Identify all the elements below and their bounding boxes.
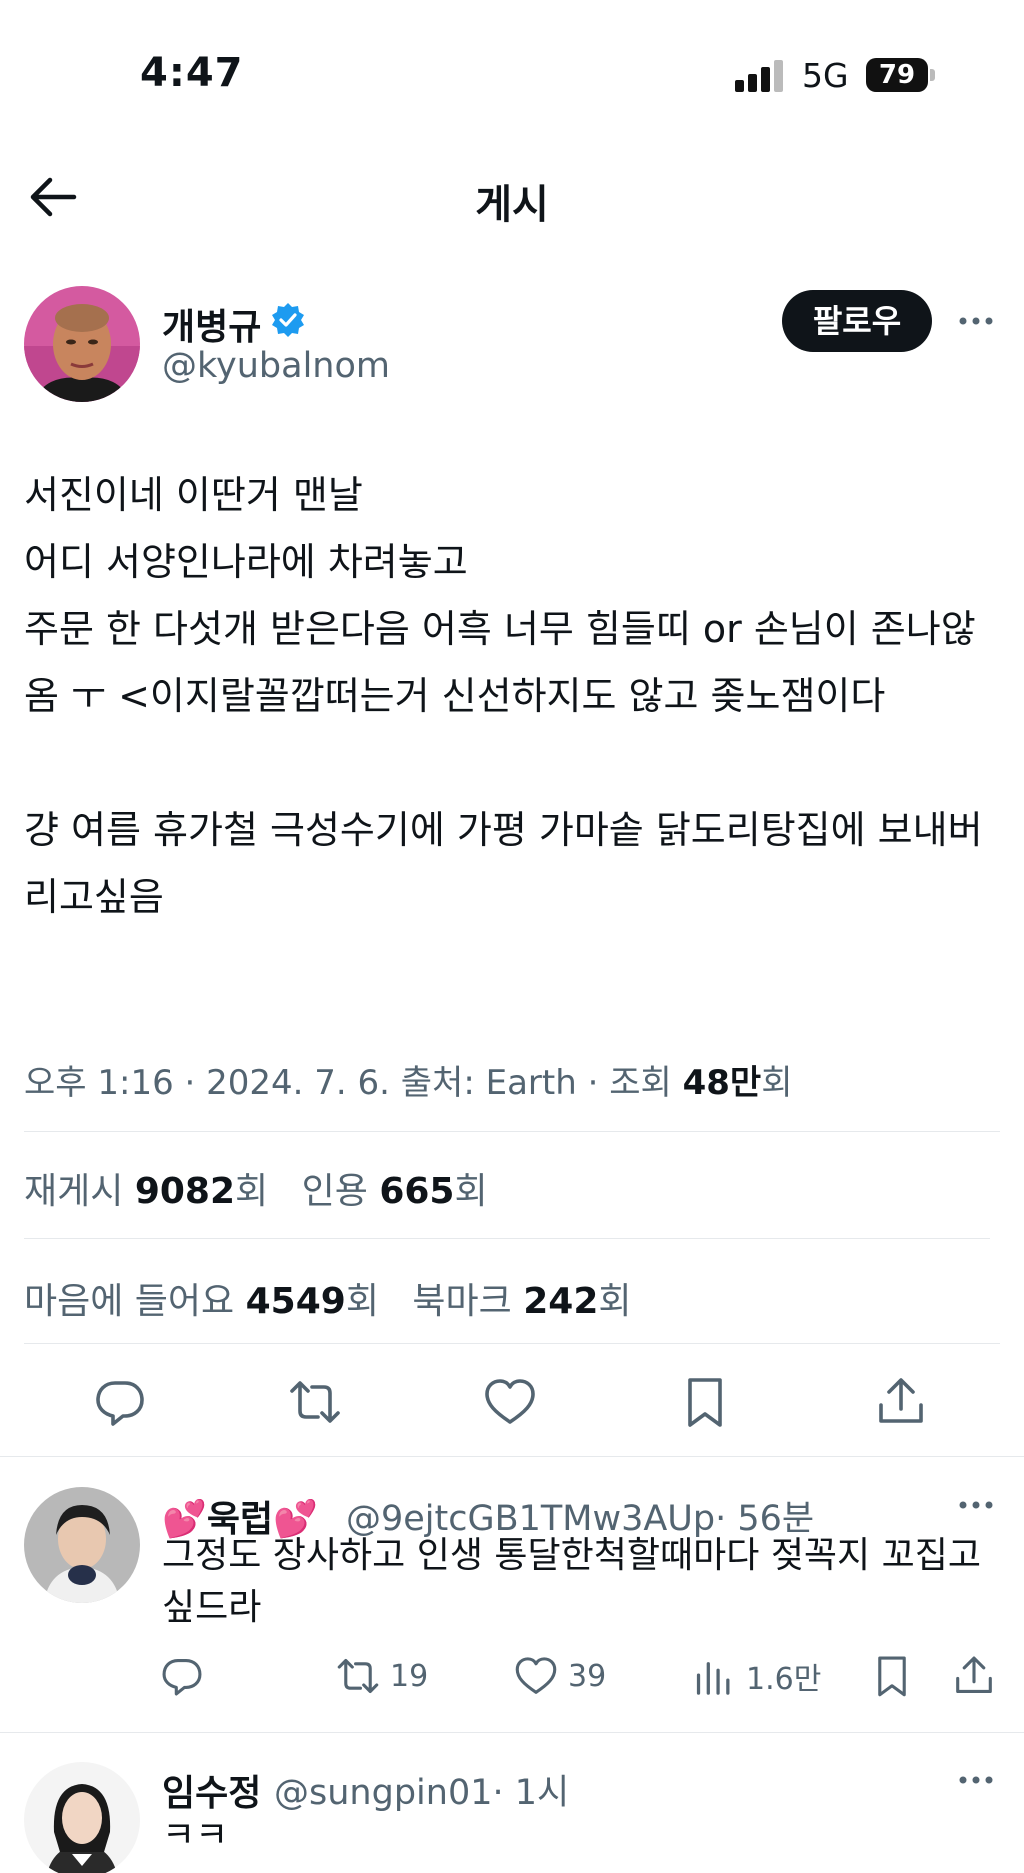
reply-text: ㅋㅋ — [162, 1815, 229, 1856]
author-name[interactable]: 개병규 — [162, 298, 261, 350]
follow-button[interactable]: 팔로우 — [782, 290, 932, 352]
bookmarks-stat[interactable]: 북마크 242회 — [412, 1281, 631, 1322]
reply-icon[interactable] — [93, 1375, 147, 1429]
reply-share-button[interactable] — [952, 1654, 996, 1698]
share-icon[interactable] — [874, 1375, 928, 1429]
reply-icon — [162, 1658, 202, 1696]
reply-view-count: 1.6만 — [746, 1662, 822, 1697]
post-meta-info: 오후 1:16 · 2024. 7. 6. 출처: Earth · 조회 — [24, 1063, 683, 1103]
bookmark-icon — [878, 1656, 906, 1697]
divider — [24, 1238, 990, 1239]
status-time: 4:47 — [140, 50, 244, 96]
reposts-stat[interactable]: 재게시 9082회 — [24, 1171, 268, 1212]
reply-repost-count: 19 — [390, 1658, 429, 1694]
divider — [24, 1343, 1000, 1344]
reply-like-count: 39 — [568, 1658, 607, 1694]
cellular-signal-icon — [735, 60, 783, 92]
reply-author-handle[interactable]: @sungpin01· 1시 — [274, 1764, 569, 1815]
likes-stat[interactable]: 마음에 들어요 4549회 — [24, 1281, 379, 1322]
view-count-suffix: 회 — [761, 1063, 793, 1103]
repost-icon — [337, 1658, 379, 1694]
like-bookmark-stats: 마음에 들어요 4549회 북마크 242회 — [24, 1272, 654, 1324]
views-chart-icon — [696, 1662, 730, 1695]
more-options-icon[interactable] — [956, 306, 996, 336]
verified-badge-icon — [272, 303, 304, 337]
reply-bookmark-button[interactable] — [870, 1654, 914, 1698]
reply-repost-button[interactable]: 19 — [336, 1654, 428, 1698]
reply-avatar[interactable] — [24, 1762, 140, 1873]
reply-time: · 1시 — [492, 1773, 570, 1813]
author-avatar[interactable] — [24, 286, 140, 402]
bookmark-icon[interactable] — [678, 1375, 732, 1429]
reply-avatar[interactable] — [24, 1487, 140, 1603]
page-title: 게시 — [475, 182, 549, 228]
reply-views-button[interactable]: 1.6만 — [692, 1654, 821, 1698]
post-meta: 오후 1:16 · 2024. 7. 6. 출처: Earth · 조회 48만… — [24, 1055, 792, 1104]
more-options-icon[interactable] — [956, 1490, 996, 1520]
like-heart-icon[interactable] — [483, 1375, 537, 1429]
more-options-icon[interactable] — [956, 1765, 996, 1795]
battery-level: 79 — [866, 58, 928, 92]
battery-icon: 79 — [866, 58, 936, 92]
repost-quote-stats: 재게시 9082회 인용 665회 — [24, 1162, 510, 1214]
like-heart-icon — [515, 1657, 557, 1694]
network-type: 5G — [802, 56, 849, 95]
reply-like-button[interactable]: 39 — [514, 1654, 606, 1698]
share-icon — [956, 1656, 992, 1694]
post-text: 서진이네 이딴거 맨날 어디 서양인나라에 차려놓고 주문 한 다섯개 받은다음… — [24, 473, 983, 919]
divider — [0, 1456, 1024, 1457]
reply-reply-button[interactable] — [160, 1654, 204, 1698]
view-count: 48만 — [682, 1063, 762, 1103]
reply-text: 그정도 장사하고 인생 통달한척할때마다 젖꼭지 꼬집고 싶드라 — [162, 1535, 981, 1628]
quotes-stat[interactable]: 인용 665회 — [302, 1171, 488, 1212]
reply-author-name[interactable]: 임수정 — [162, 1764, 261, 1816]
divider — [0, 1732, 1024, 1733]
author-handle[interactable]: @kyubalnom — [162, 346, 390, 386]
divider — [24, 1131, 1000, 1132]
repost-icon[interactable] — [288, 1375, 342, 1429]
